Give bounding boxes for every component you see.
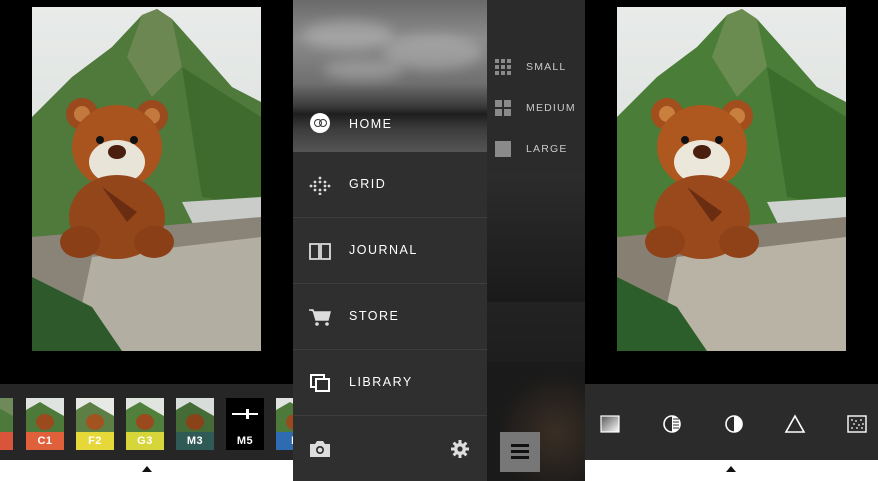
- side-menu: HOME GRID JOURNAL STORE LIBRARY: [293, 0, 487, 481]
- filter-code: G3: [126, 432, 164, 450]
- filter-preset-f2[interactable]: F2: [76, 398, 114, 450]
- editor-filter-panel: 5 C1 F2 G3 M3 M5 P: [0, 0, 293, 481]
- filter-code: M5: [226, 432, 264, 450]
- menu-item-label: GRID: [349, 177, 387, 191]
- hamburger-icon: [511, 444, 529, 447]
- grid-option-label: MEDIUM: [526, 102, 576, 114]
- medium-grid-icon: [495, 100, 511, 116]
- menu-toggle-button[interactable]: [500, 432, 540, 472]
- grain-icon[interactable]: [846, 414, 868, 434]
- menu-item-label: STORE: [349, 309, 400, 323]
- home-icon: [310, 113, 330, 133]
- library-icon: [310, 374, 330, 392]
- menu-item-library[interactable]: LIBRARY: [293, 350, 487, 416]
- grid-size-options: SMALL MEDIUM LARGE: [487, 0, 585, 172]
- menu-item-label: HOME: [349, 117, 393, 131]
- expand-bar[interactable]: [585, 460, 878, 481]
- edited-photo: [617, 7, 846, 351]
- filter-strength-slider-icon[interactable]: [232, 409, 258, 419]
- grid-dots-icon: [309, 176, 331, 195]
- caret-up-icon[interactable]: [142, 466, 152, 472]
- menu-item-journal[interactable]: JOURNAL: [293, 218, 487, 284]
- adjustment-toolbar: [585, 384, 878, 460]
- filter-preset-m3[interactable]: M3: [176, 398, 214, 450]
- filter-preset-c1[interactable]: C1: [26, 398, 64, 450]
- menu-item-label: JOURNAL: [349, 243, 418, 257]
- filter-preset-m5-selected[interactable]: M5: [226, 398, 264, 450]
- grid-option-small[interactable]: SMALL: [487, 48, 585, 88]
- vignette-icon[interactable]: [599, 414, 621, 434]
- edited-photo: [32, 7, 261, 351]
- navigation-panel: HOME GRID JOURNAL STORE LIBRARY SMALL ME…: [293, 0, 585, 481]
- filter-preset[interactable]: 5: [0, 398, 13, 450]
- cart-icon: [309, 309, 331, 326]
- menu-item-store[interactable]: STORE: [293, 284, 487, 350]
- filter-code: F2: [76, 432, 114, 450]
- menu-item-label: LIBRARY: [349, 375, 413, 389]
- expand-bar[interactable]: [0, 460, 293, 481]
- editor-tools-panel: [585, 0, 878, 481]
- grid-option-large[interactable]: LARGE: [487, 130, 585, 170]
- filter-code: M3: [176, 432, 214, 450]
- contrast-icon[interactable]: [661, 414, 683, 434]
- filter-preset-p[interactable]: P: [276, 398, 293, 450]
- camera-icon[interactable]: [309, 440, 331, 458]
- filter-code: P: [276, 432, 293, 450]
- menu-item-grid[interactable]: GRID: [293, 152, 487, 218]
- large-grid-icon: [495, 141, 511, 157]
- menu-item-home[interactable]: HOME: [293, 0, 487, 152]
- menu-footer: [293, 416, 487, 481]
- caret-up-icon[interactable]: [726, 466, 736, 472]
- grid-option-label: LARGE: [526, 143, 568, 155]
- exposure-icon[interactable]: [723, 414, 745, 434]
- small-grid-icon: [495, 59, 511, 75]
- filter-strip[interactable]: 5 C1 F2 G3 M3 M5 P: [0, 384, 293, 460]
- sharpen-icon[interactable]: [784, 414, 806, 434]
- filter-code: 5: [0, 432, 13, 450]
- filter-code: C1: [26, 432, 64, 450]
- grid-option-label: SMALL: [526, 61, 567, 73]
- gear-icon[interactable]: [451, 440, 469, 458]
- journal-icon: [309, 243, 331, 260]
- filter-preset-g3[interactable]: G3: [126, 398, 164, 450]
- grid-option-medium[interactable]: MEDIUM: [487, 89, 585, 129]
